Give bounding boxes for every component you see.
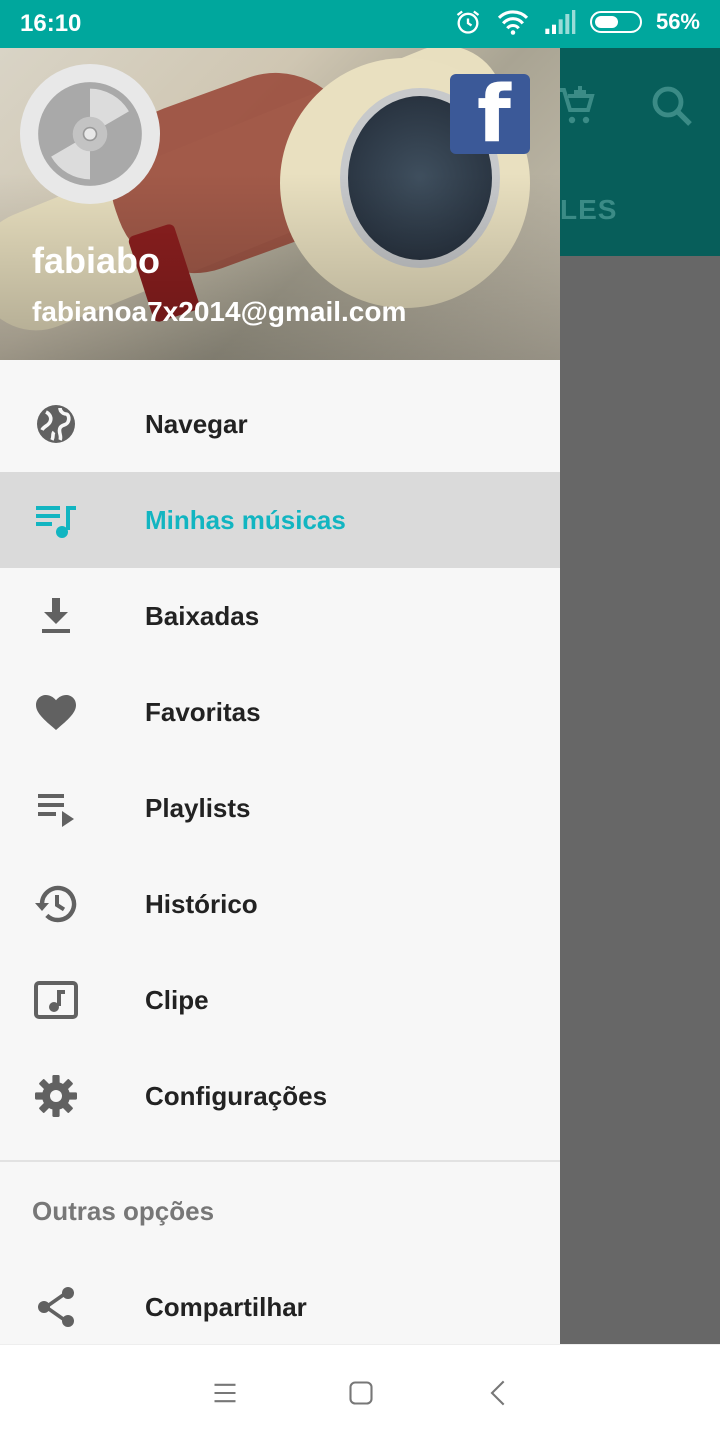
system-navigation-bar [0, 1344, 720, 1440]
menu-item-navegar[interactable]: Navegar [0, 376, 560, 472]
user-email: fabianoa7x2014@gmail.com [32, 296, 407, 327]
avatar[interactable] [20, 64, 160, 204]
history-icon [35, 885, 77, 923]
drawer-menu: Navegar Minhas músicas Baixadas Favorita… [0, 376, 560, 1144]
alarm-icon [456, 10, 480, 34]
facebook-button[interactable]: f [450, 74, 530, 154]
battery-level-fill [594, 16, 619, 28]
download-icon [42, 598, 70, 633]
gear-icon [35, 1075, 77, 1117]
signal-icon [545, 10, 576, 34]
menu-divider [0, 1160, 560, 1162]
back-chevron-icon[interactable] [485, 1379, 513, 1407]
menu-item-label: Compartilhar [145, 1291, 307, 1322]
menu-item-clipe[interactable]: Clipe [0, 952, 560, 1048]
vinyl-disc-icon [38, 82, 142, 186]
menu-item-playlists[interactable]: Playlists [0, 760, 560, 856]
status-time: 16:10 [20, 10, 82, 37]
navigation-drawer: f fabiabo fabianoa7x2014@gmail.com Naveg… [0, 48, 560, 1344]
status-bar: 16:10 56% [0, 0, 720, 48]
menu-item-label: Baixadas [145, 600, 260, 631]
other-options-menu: Compartilhar [0, 1259, 560, 1344]
battery-percent: 56% [655, 9, 700, 34]
globe-icon [37, 405, 75, 443]
home-square-icon[interactable] [347, 1379, 375, 1407]
battery-icon [589, 11, 642, 33]
menu-item-label: Favoritas [145, 696, 261, 727]
menu-item-favoritas[interactable]: Favoritas [0, 664, 560, 760]
menu-item-historico[interactable]: Histórico [0, 856, 560, 952]
background-tab-label: LES [560, 194, 618, 225]
menu-item-label: Navegar [145, 408, 248, 439]
menu-item-label: Configurações [145, 1080, 328, 1111]
share-icon [38, 1287, 74, 1327]
menu-item-label: Minhas músicas [145, 504, 346, 535]
menu-item-label: Histórico [145, 888, 258, 919]
music-video-icon [34, 981, 78, 1019]
menu-item-compartilhar[interactable]: Compartilhar [0, 1259, 560, 1344]
menu-item-configuracoes[interactable]: Configurações [0, 1048, 560, 1144]
menu-item-baixadas[interactable]: Baixadas [0, 568, 560, 664]
status-icons: 56% [454, 8, 700, 36]
wifi-icon [497, 10, 529, 35]
menu-icon[interactable] [211, 1379, 239, 1407]
menu-item-label: Playlists [145, 792, 251, 823]
menu-item-label: Clipe [145, 984, 209, 1015]
music-queue-icon [36, 506, 76, 538]
drawer-header: f fabiabo fabianoa7x2014@gmail.com [0, 48, 560, 360]
heart-icon [36, 695, 76, 730]
user-name: fabiabo [32, 240, 161, 281]
facebook-icon: f [477, 74, 511, 154]
menu-item-minhas-musicas[interactable]: Minhas músicas [0, 472, 560, 568]
section-title-other-options: Outras opções [32, 1196, 215, 1226]
playlist-play-icon [38, 794, 74, 827]
search-icon[interactable] [648, 82, 696, 130]
